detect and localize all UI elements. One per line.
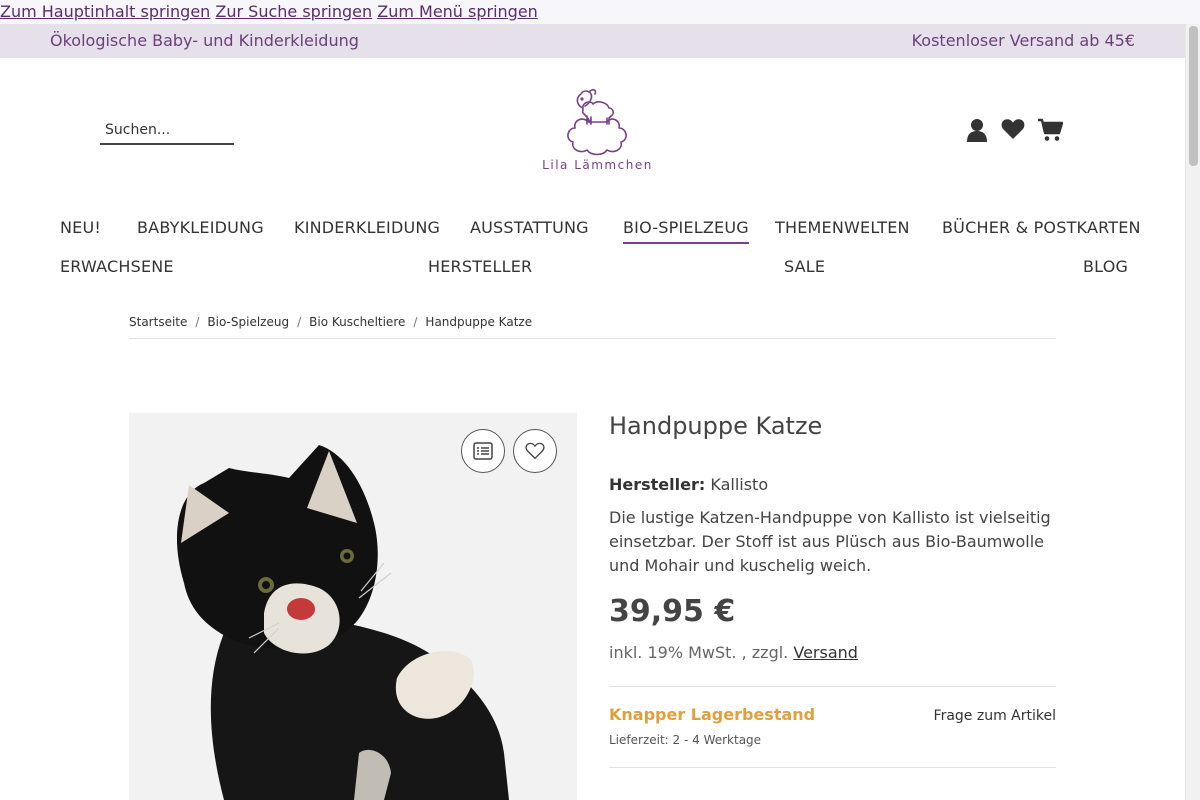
skip-to-menu-link[interactable]: Zum Menü springen [377, 2, 538, 21]
product-manufacturer: Hersteller: Kallisto [609, 475, 1056, 494]
product-image-cat-puppet [176, 445, 509, 800]
nav-item-themenwelten[interactable]: THEMENWELTEN [775, 218, 910, 237]
product-price: 39,95 € [609, 594, 736, 629]
breadcrumb-bio-spielzeug[interactable]: Bio-Spielzeug [207, 315, 289, 329]
lamb-cloud-logo-icon [566, 89, 627, 156]
nav-item-hersteller[interactable]: HERSTELLER [428, 257, 532, 276]
product-title: Handpuppe Katze [609, 412, 823, 440]
nav-item-blog[interactable]: BLOG [1083, 257, 1128, 276]
product-image-gallery[interactable] [129, 413, 577, 800]
product-question-link[interactable]: Frage zum Artikel [934, 708, 1056, 724]
breadcrumb-separator: / [297, 315, 302, 329]
page-scrollbar[interactable] [1185, 24, 1200, 800]
compare-list-button[interactable] [461, 429, 505, 473]
main-navigation: NEU! BABYKLEIDUNG KINDERKLEIDUNG AUSSTAT… [60, 218, 1141, 279]
search-input[interactable] [100, 118, 234, 142]
skip-to-search-link[interactable]: Zur Suche springen [215, 2, 372, 21]
nav-item-bio-spielzeug[interactable]: BIO-SPIELZEUG [623, 218, 749, 244]
user-icon[interactable] [966, 118, 988, 146]
logo-text: Lila Lämmchen [542, 158, 653, 172]
wishlist-button[interactable] [513, 429, 557, 473]
nav-item-erwachsene[interactable]: ERWACHSENE [60, 257, 174, 276]
breadcrumb: Startseite / Bio-Spielzeug / Bio Kuscheltier… [129, 315, 1056, 339]
breadcrumb-separator: / [195, 315, 200, 329]
nav-item-sale[interactable]: SALE [784, 257, 825, 276]
nav-item-babykleidung[interactable]: BABYKLEIDUNG [137, 218, 264, 237]
tax-info: inkl. 19% MwSt. , zzgl. Versand [609, 643, 1056, 662]
heart-icon[interactable] [1001, 118, 1025, 144]
site-logo[interactable]: Lila Lämmchen [540, 84, 655, 184]
stock-status: Knapper Lagerbestand [609, 705, 816, 724]
manufacturer-label: Hersteller: [609, 475, 706, 494]
breadcrumb-startseite[interactable]: Startseite [129, 315, 187, 329]
compare-list-icon [473, 442, 493, 460]
shipping-link[interactable]: Versand [793, 643, 858, 662]
breadcrumb-bio-kuscheltiere[interactable]: Bio Kuscheltiere [309, 315, 405, 329]
availability-box: Knapper Lagerbestand Lieferzeit: 2 - 4 W… [609, 686, 1056, 768]
search-box [100, 118, 234, 145]
cart-icon[interactable] [1037, 118, 1064, 146]
breadcrumb-current: Handpuppe Katze [425, 315, 533, 329]
tax-text: inkl. 19% MwSt. , zzgl. [609, 643, 789, 662]
wishlist-heart-icon [525, 442, 545, 460]
topbar-tagline: Ökologische Baby- und Kinderkleidung [50, 31, 359, 50]
skip-links: Zum Hauptinhalt springen Zur Suche sprin… [0, 0, 1200, 24]
topbar-shipping-info: Kostenloser Versand ab 45€ [911, 31, 1135, 50]
breadcrumb-separator: / [413, 315, 418, 329]
top-info-bar: Ökologische Baby- und Kinderkleidung Kos… [0, 24, 1185, 58]
delivery-time: Lieferzeit: 2 - 4 Werktage [609, 733, 762, 747]
product-details: Handpuppe Katze Hersteller: Kallisto Die… [609, 412, 1056, 768]
product-description: Die lustige Katzen-Handpuppe von Kallist… [609, 508, 1051, 575]
nav-item-buecher-postkarten[interactable]: BÜCHER & POSTKARTEN [942, 218, 1141, 237]
nav-item-neu[interactable]: NEU! [60, 218, 101, 237]
manufacturer-value[interactable]: Kallisto [710, 475, 768, 494]
nav-item-ausstattung[interactable]: AUSSTATTUNG [470, 218, 589, 237]
skip-to-content-link[interactable]: Zum Hauptinhalt springen [0, 2, 210, 21]
nav-item-kinderkleidung[interactable]: KINDERKLEIDUNG [294, 218, 440, 237]
scrollbar-thumb[interactable] [1189, 26, 1198, 166]
